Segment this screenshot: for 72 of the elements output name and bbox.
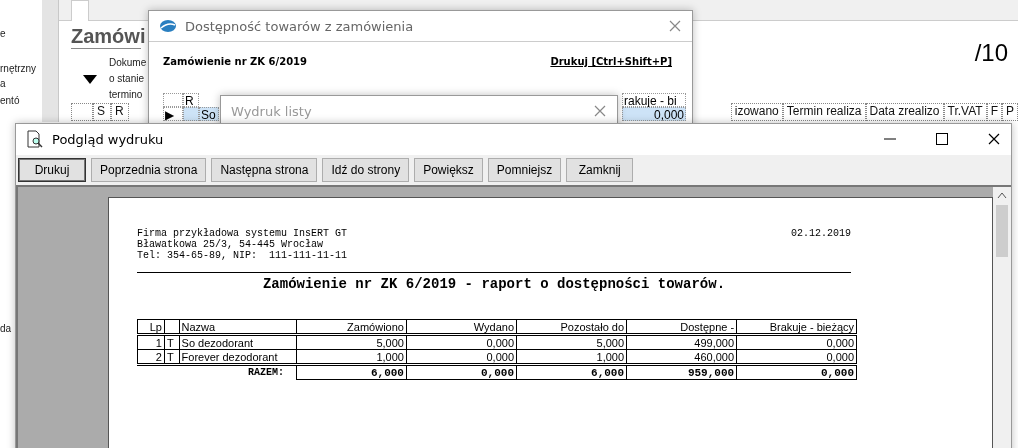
table-cell: 499,000 xyxy=(626,334,737,350)
window-title: Podgląd wydruku xyxy=(52,131,165,147)
table-cell: 0,000 xyxy=(406,334,517,350)
grid-cell xyxy=(183,107,199,121)
company-info-text: Firma przykładowa systemu InsERT GT xyxy=(137,228,348,239)
total-cell: 6,000 xyxy=(516,364,627,380)
grid-header-cell: R xyxy=(111,103,129,121)
total-label: RAZEM: xyxy=(137,364,297,380)
column-header: Dostępne - xyxy=(626,319,737,335)
app-logo-icon xyxy=(159,19,177,33)
column-header xyxy=(164,319,180,335)
grid-header-cell: Termin realiza xyxy=(782,103,866,121)
table-cell: T xyxy=(164,334,180,350)
report-title: Zamówienie nr ZK 6/2019 - raport o dostępności towarów. xyxy=(261,276,727,292)
toolbar-button[interactable]: Idź do strony xyxy=(322,158,410,182)
column-header: Brakuje - bieżący xyxy=(736,319,857,335)
total-cell: 0,000 xyxy=(736,364,857,380)
toolbar-button[interactable]: Drukuj xyxy=(18,158,86,182)
table-cell: 5,000 xyxy=(516,334,627,350)
sidebar-item[interactable]: a xyxy=(0,76,6,91)
toolbar-button[interactable]: Zamknij xyxy=(566,158,634,182)
column-header: Wydano xyxy=(406,319,517,335)
page-counter: /10 xyxy=(974,39,1008,68)
info-text: termino xyxy=(109,88,144,102)
window-title: Dostępność towarów z zamówienia xyxy=(185,18,415,34)
order-label: Zamówienie nr ZK 6/2019 xyxy=(163,56,307,67)
table-cell: So dezodorant xyxy=(179,334,297,350)
window-title: Wydruk listy xyxy=(231,103,313,119)
print-preview-icon xyxy=(26,130,44,148)
scrollbar-thumb[interactable] xyxy=(996,205,1008,257)
total-cell: 959,000 xyxy=(626,364,737,380)
close-icon[interactable] xyxy=(987,132,1001,146)
column-header: Zamówiono xyxy=(296,319,407,335)
column-header: Pozostało do xyxy=(516,319,627,335)
grid-header-cell: Tr.VAT xyxy=(943,103,987,121)
company-info-text: Bławatkowa 25/3, 54-445 Wrocław xyxy=(137,239,325,250)
sidebar-item[interactable]: da xyxy=(0,321,12,336)
table-cell: Forever dezodorant xyxy=(179,349,297,365)
print-link[interactable]: Drukuj [Ctrl+Shift+P] xyxy=(550,56,672,67)
toolbar-button[interactable]: Powiększ xyxy=(414,158,483,182)
table-cell: 1 xyxy=(137,334,165,350)
maximize-icon[interactable] xyxy=(935,132,949,146)
grid-header-cell: izowano xyxy=(730,103,783,121)
company-info-text: Tel: 354-65-89, NIP: 111-111-11-11 xyxy=(137,250,348,261)
report-date: 02.12.2019 xyxy=(791,228,851,241)
grid-header-cell: P xyxy=(1002,103,1018,121)
sidebar-item[interactable]: rnętrzny xyxy=(0,61,37,76)
grid-cell[interactable]: 0,000 xyxy=(622,107,686,121)
grid-cell[interactable]: So xyxy=(199,107,219,121)
table-cell: 0,000 xyxy=(736,334,857,350)
toolbar-button[interactable]: Następna strona xyxy=(211,158,318,182)
table-cell: 2 xyxy=(137,349,165,365)
total-cell: 6,000 xyxy=(296,364,407,380)
column-header: Nazwa xyxy=(179,319,297,335)
grid-header-cell: S xyxy=(93,103,111,121)
grid-header-cell xyxy=(71,103,93,121)
info-text: Dokume xyxy=(109,56,147,70)
column-header: Lp xyxy=(137,319,165,335)
toolbar-button[interactable]: Pomniejsz xyxy=(487,158,562,182)
table-cell: T xyxy=(164,349,180,365)
scrollbar[interactable] xyxy=(993,187,1011,448)
dropdown-triangle-icon[interactable] xyxy=(83,74,97,84)
total-cell: 0,000 xyxy=(406,364,517,380)
grid-header-cell: F xyxy=(986,103,1002,121)
grid-header-cell xyxy=(163,93,183,107)
toolbar-button[interactable]: Poprzednia strona xyxy=(91,158,207,182)
sidebar-scrollbar[interactable] xyxy=(42,0,59,122)
table-cell: 5,000 xyxy=(296,334,407,350)
info-text: o stanie xyxy=(109,72,146,86)
sidebar-item[interactable]: e xyxy=(0,26,6,41)
sidebar-item[interactable]: entó xyxy=(0,93,20,108)
grid-header-cell: Data zrealizo xyxy=(865,103,944,121)
